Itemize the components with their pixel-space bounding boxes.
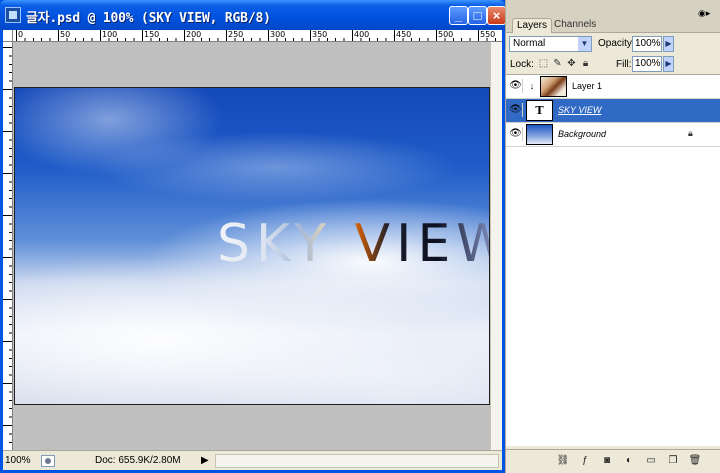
ruler-label: 350 [312,30,328,39]
text-layer-thumbnail[interactable]: T [526,100,553,121]
layer-mask-icon[interactable]: ◙ [600,454,614,468]
tab-channels[interactable]: Channels [550,18,600,33]
eye-icon[interactable]: 👁︎ [509,103,523,117]
minimize-button[interactable]: _ [449,6,468,25]
layer-name[interactable]: Background [558,128,606,140]
layers-panel: Layers Channels ◉▸ Normal ▼ Opacity: 100… [505,0,720,473]
status-bar: 100% Doc: 655.9K/2.80M ▶ [3,450,502,470]
new-group-icon[interactable]: ▭ [644,454,658,468]
blend-mode-select[interactable]: Normal ▼ [509,36,592,52]
lock-label: Lock: [510,59,534,70]
layer-locked-icon: 🔒︎ [688,128,693,138]
ruler-label: 200 [186,30,202,39]
new-layer-icon[interactable]: ❐ [666,454,680,468]
layers-list: 👁︎ ↓ Layer 1 👁︎ T SKY VIEW 👁︎ Background… [506,74,720,446]
eye-icon[interactable]: 👁︎ [509,79,523,93]
horizontal-ruler[interactable]: 0 50 100 150 200 250 300 350 400 450 500 550 [13,30,502,42]
eye-icon[interactable]: 👁︎ [509,127,523,141]
layer-style-icon[interactable]: ƒ [578,454,592,468]
trash-icon[interactable]: 🗑︎ [688,454,702,468]
close-button[interactable]: × [487,6,506,25]
background-thumbnail[interactable] [526,124,553,145]
panel-tab-strip: Layers Channels ◉▸ [506,0,720,33]
opacity-label: Opacity: [598,38,635,49]
chevron-down-icon[interactable]: ▼ [578,37,591,51]
layer-name[interactable]: Layer 1 [572,80,602,92]
vertical-ruler[interactable] [3,42,13,450]
layer-name[interactable]: SKY VIEW [558,104,601,116]
document-titlebar[interactable]: 글자.psd @ 100% (SKY VIEW, RGB/8) _ □ × [0,0,506,30]
tab-layers[interactable]: Layers [512,18,553,33]
ruler-label: 150 [144,30,160,39]
opacity-input[interactable]: 100% [632,36,662,52]
lock-all-icon[interactable]: 🔒︎ [580,58,591,69]
layers-panel-toolbar: ⛓ ƒ ◙ ◐ ▭ ❐ 🗑︎ [506,449,720,473]
minimize-icon: _ [454,8,463,23]
ruler-label: 500 [438,30,454,39]
document-window: 글자.psd @ 100% (SKY VIEW, RGB/8) _ □ × 0 5… [0,0,506,473]
document-title: 글자.psd @ 100% (SKY VIEW, RGB/8) [26,11,271,26]
adjustment-layer-icon[interactable]: ◐ [622,454,636,468]
document-size-info: Doc: 655.9K/2.80M [95,455,181,466]
fill-label: Fill: [616,59,632,70]
panel-menu-icon[interactable]: ◉▸ [698,8,712,18]
opacity-slider-arrow-icon[interactable]: ▶ [663,36,674,52]
sky-view-text: SKY VIEW [217,218,489,270]
ruler-label: 550 [480,30,496,39]
lock-position-icon[interactable]: ✥ [566,58,577,69]
horizontal-scrollbar[interactable] [215,454,499,468]
ruler-origin[interactable] [3,30,13,42]
maximize-icon: □ [473,8,482,23]
close-icon: × [492,8,501,23]
ruler-label: 400 [354,30,370,39]
lock-image-pixels-icon[interactable]: ✎ [552,58,563,69]
layer-row-background[interactable]: 👁︎ Background 🔒︎ [506,123,720,147]
ruler-label: 300 [270,30,286,39]
document-body: 0 50 100 150 200 250 300 350 400 450 500 550 SKY VI… [3,30,502,470]
link-layers-icon[interactable]: ⛓ [556,454,570,468]
sky-image-canvas[interactable]: SKY VIEW [14,87,490,405]
status-menu-arrow-icon[interactable]: ▶ [201,454,211,468]
lock-transparency-icon[interactable]: ⬚ [538,58,549,69]
canvas-area[interactable]: SKY VIEW [13,42,490,450]
ruler-label: 100 [102,30,118,39]
fill-slider-arrow-icon[interactable]: ▶ [663,56,674,72]
ruler-label: 0 [18,30,24,39]
status-info-icon[interactable] [41,455,55,467]
ruler-label: 450 [396,30,412,39]
zoom-level-field[interactable]: 100% [5,454,37,468]
layer-row-layer-1[interactable]: 👁︎ ↓ Layer 1 [506,75,720,99]
ruler-label: 250 [228,30,244,39]
photoshop-document-icon[interactable] [5,7,21,23]
layer-1-thumbnail[interactable] [540,76,567,97]
blend-mode-value: Normal [513,38,546,49]
layer-row-sky-view[interactable]: 👁︎ T SKY VIEW [506,99,720,123]
vertical-scrollbar[interactable] [490,42,502,450]
clipping-mask-arrow-icon: ↓ [529,81,535,91]
maximize-button[interactable]: □ [468,6,487,25]
fill-input[interactable]: 100% [632,56,662,72]
ruler-label: 50 [60,30,71,39]
